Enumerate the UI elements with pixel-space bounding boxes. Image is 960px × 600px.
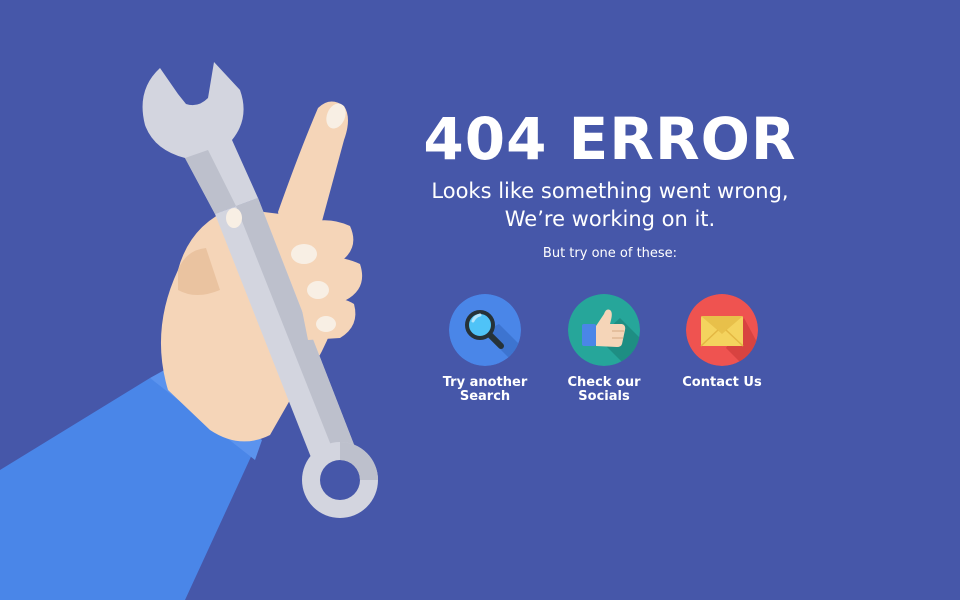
thumbs-up-icon <box>568 294 640 366</box>
option-label-line2: Search <box>459 389 511 404</box>
magnifier-icon <box>449 294 521 366</box>
error-message-line1: Looks like something went wrong, <box>431 179 789 203</box>
contact-circle <box>686 294 758 366</box>
hand-wrench-illustration <box>0 62 378 600</box>
search-circle <box>449 294 521 366</box>
error-message-line2: We’re working on it. <box>504 207 716 231</box>
option-label-line1: Try another <box>442 375 528 390</box>
social-circle <box>568 294 640 366</box>
error-content: 404 ERROR Looks like something went wron… <box>400 0 820 600</box>
envelope-icon <box>686 294 758 366</box>
option-label-line2: Socials <box>578 389 630 404</box>
check-socials-button[interactable]: Check our Socials <box>539 294 669 404</box>
option-label-line1: Check our <box>567 375 641 390</box>
error-page: 404 ERROR Looks like something went wron… <box>0 0 960 600</box>
option-label-line1: Contact Us <box>682 375 762 390</box>
try-another-search-button[interactable]: Try another Search <box>420 294 550 404</box>
suggestions-heading: But try one of these: <box>542 246 678 261</box>
page-title: 404 ERROR <box>423 105 797 173</box>
contact-us-button[interactable]: Contact Us <box>657 294 787 390</box>
